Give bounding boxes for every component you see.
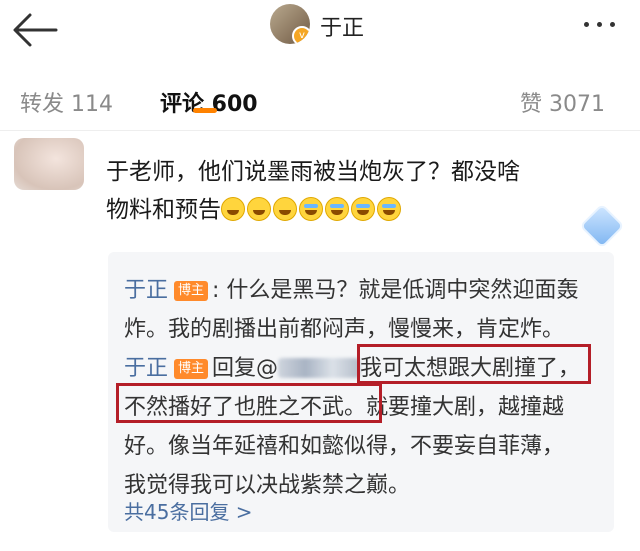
- commenter-avatar[interactable]: [14, 138, 84, 190]
- author-badge: 博主: [174, 359, 209, 379]
- cry-emoji-icon: [299, 197, 323, 221]
- laugh-cry-emoji-icon: [247, 197, 271, 221]
- avatar[interactable]: v: [270, 4, 310, 44]
- reply-line: 好。像当年延禧和如懿似得，不要妄自菲薄，: [124, 434, 565, 459]
- top-bar: v 于正: [0, 0, 640, 62]
- cry-emoji-icon: [351, 197, 375, 221]
- tab-comments[interactable]: 评论 600: [160, 86, 258, 118]
- view-more-replies-link[interactable]: 共45条回复 >: [124, 496, 253, 525]
- reply-prefix: 回复@: [212, 356, 279, 381]
- tab-bar: 转发 114 评论 600 赞 3071: [0, 62, 640, 131]
- emoji-row: [221, 195, 403, 233]
- cry-emoji-icon: [325, 197, 349, 221]
- comment-text: 于老师，他们说墨雨被当炮灰了？都没啥 物料和预告: [106, 153, 606, 233]
- highlight-box: [116, 383, 382, 423]
- verified-badge: v: [292, 26, 310, 44]
- active-tab-indicator: [193, 108, 217, 113]
- comment-line: 物料和预告: [106, 191, 606, 233]
- more-options-icon[interactable]: [580, 14, 620, 34]
- page-title[interactable]: 于正: [320, 10, 364, 42]
- highlight-box: [357, 344, 591, 384]
- author-badge: 博主: [174, 281, 209, 301]
- comment-line-text: 物料和预告: [106, 197, 221, 223]
- comment-line: 于老师，他们说墨雨被当炮灰了？都没啥: [106, 159, 520, 185]
- cry-emoji-icon: [377, 197, 401, 221]
- tab-repost[interactable]: 转发 114: [20, 86, 113, 118]
- reply-line: 炸。我的剧播出前都闷声，慢慢来，肯定炸。: [124, 317, 565, 342]
- laugh-cry-emoji-icon: [221, 197, 245, 221]
- reply-line: 于正 博主: 什么是黑马？就是低调中突然迎面轰: [124, 272, 578, 304]
- reply-text: : 什么是黑马？就是低调中突然迎面轰: [212, 278, 579, 303]
- tab-likes[interactable]: 赞 3071: [520, 86, 605, 118]
- blurred-username: [278, 358, 361, 378]
- reply-username[interactable]: 于正: [124, 278, 168, 303]
- reply-username[interactable]: 于正: [124, 356, 168, 381]
- back-arrow-icon[interactable]: [10, 10, 60, 50]
- laugh-cry-emoji-icon: [273, 197, 297, 221]
- reply-line: 我觉得我可以决战紫禁之巅。: [124, 473, 411, 498]
- reply-text: 就要撞大剧，越撞越: [366, 395, 565, 420]
